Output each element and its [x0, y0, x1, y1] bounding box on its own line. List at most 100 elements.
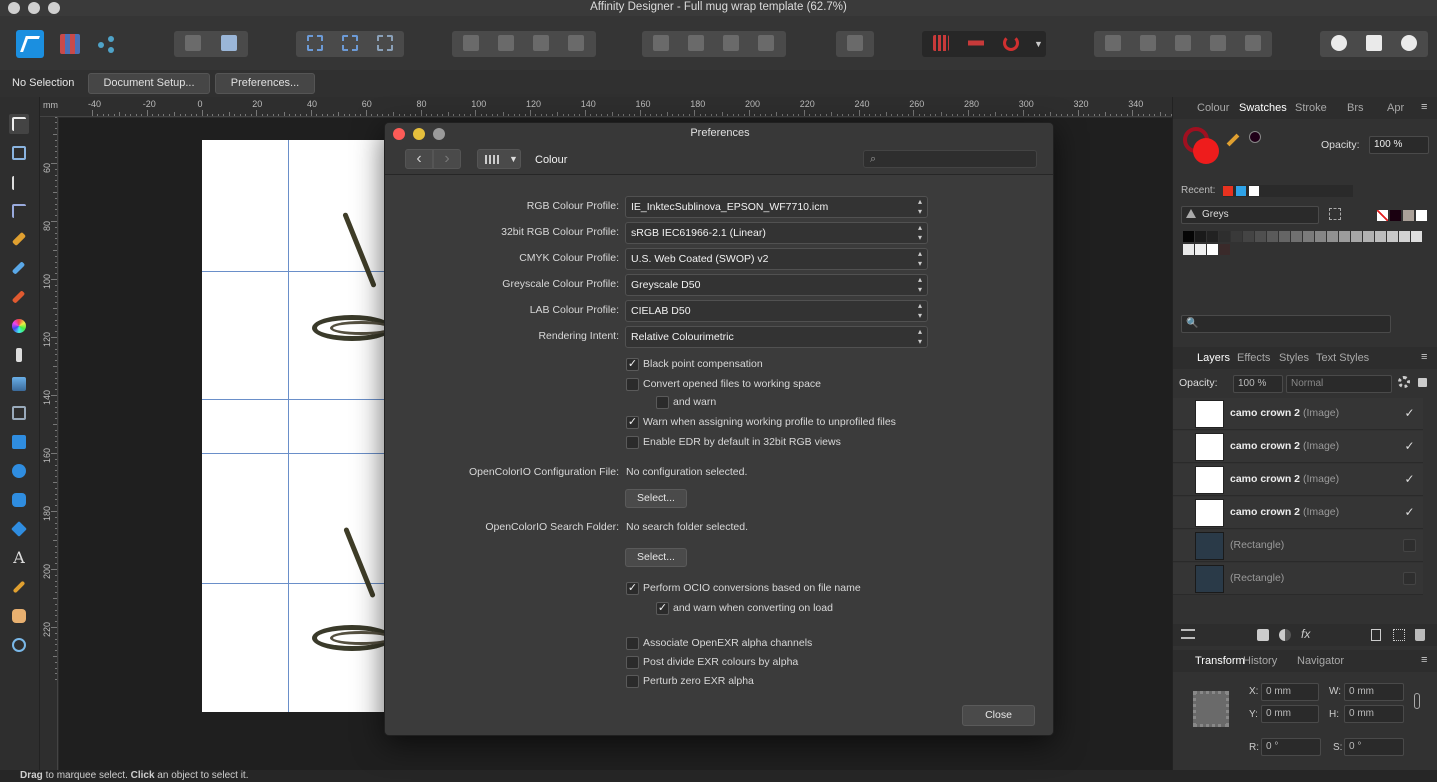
grey-swatch[interactable] [1243, 231, 1254, 242]
delete-layer-icon[interactable] [1415, 629, 1425, 641]
artboard-page[interactable] [202, 140, 392, 712]
add-layer-icon[interactable] [1371, 629, 1381, 641]
tab-layers[interactable]: Layers [1197, 352, 1230, 364]
greys-swatch-grid[interactable] [1183, 231, 1423, 261]
grey-swatch[interactable] [1279, 231, 1290, 242]
profile-select[interactable]: Relative Colourimetric ▴ ▾ [625, 326, 928, 348]
layer-stack-icon[interactable] [1181, 629, 1195, 639]
close-button[interactable]: Close [962, 705, 1035, 726]
grey-swatch[interactable] [1363, 231, 1374, 242]
pen-tool-icon[interactable] [9, 229, 29, 249]
profile-select[interactable]: sRGB IEC61966-2.1 (Linear) ▴ ▾ [625, 222, 928, 244]
forward-one-icon[interactable] [533, 35, 549, 51]
xor-icon[interactable] [1210, 35, 1226, 51]
snapping-magnet-icon[interactable] [1003, 35, 1019, 51]
preferences-search[interactable]: ⌕ [863, 150, 1037, 168]
shape-tool-icon[interactable] [9, 519, 29, 539]
grey-swatch[interactable] [1327, 231, 1338, 242]
layer-visibility-checkbox[interactable]: ✓ [1403, 407, 1416, 420]
profile-select[interactable]: Greyscale D50 ▴ ▾ [625, 274, 928, 296]
mask-icon[interactable] [1257, 629, 1269, 641]
checkbox[interactable] [626, 436, 639, 449]
tab-effects[interactable]: Effects [1237, 352, 1270, 364]
profile-select[interactable]: IE_InktecSublinova_EPSON_WF7710.icm ▴ ▾ [625, 196, 928, 218]
rounded-rectangle-tool-icon[interactable] [9, 490, 29, 510]
link-aspect-icon[interactable] [1414, 693, 1420, 709]
export-persona-icon[interactable] [96, 34, 116, 54]
panel-menu-icon[interactable]: ≡ [1421, 101, 1427, 113]
ocio-folder-select-button[interactable]: Select... [625, 548, 687, 567]
palette-select[interactable]: Greys [1181, 206, 1319, 224]
layer-row[interactable]: (Rectangle) [1173, 563, 1423, 595]
h-field[interactable]: 0 mm [1344, 705, 1404, 723]
grey-swatch[interactable] [1219, 244, 1230, 255]
text-tool-icon[interactable]: A [9, 548, 29, 568]
layer-settings-icon[interactable] [1398, 376, 1410, 388]
vector-brush-tool-icon[interactable] [9, 287, 29, 307]
designer-persona-icon[interactable] [16, 30, 44, 58]
zoom-tool-icon[interactable] [9, 635, 29, 655]
place-image-tool-icon[interactable] [9, 374, 29, 394]
tab-stroke[interactable]: Stroke [1295, 102, 1327, 114]
grey-swatch[interactable] [1411, 231, 1422, 242]
insert-inside-icon[interactable] [1401, 35, 1417, 51]
tab-text-styles[interactable]: Text Styles [1316, 352, 1369, 364]
tab-brushes[interactable]: Brs [1347, 102, 1364, 114]
grey-swatch[interactable] [1315, 231, 1326, 242]
tab-history[interactable]: History [1243, 655, 1277, 667]
fill-tool-icon[interactable] [9, 316, 29, 336]
recent-swatch[interactable] [1236, 186, 1246, 196]
pixel-persona-icon[interactable] [60, 34, 80, 54]
checkbox[interactable] [626, 378, 639, 391]
x-field[interactable]: 0 mm [1261, 683, 1319, 701]
current-color-swatch[interactable] [1249, 131, 1261, 143]
add-icon[interactable] [1105, 35, 1121, 51]
snapping-dropdown-icon[interactable]: ▼ [1034, 39, 1043, 49]
horizontal-ruler[interactable]: mm -40 -20 0 20 40 60 80 100 120 140 160 180 200 220 2… [40, 97, 1172, 117]
panel-menu-icon[interactable]: ≡ [1421, 654, 1427, 666]
document-icon[interactable] [185, 35, 201, 51]
grey-swatch[interactable] [1255, 231, 1266, 242]
tab-transform[interactable]: Transform [1195, 655, 1245, 667]
rectangle-tool-icon[interactable] [9, 432, 29, 452]
checkbox[interactable]: ✓ [626, 582, 639, 595]
tab-swatches[interactable]: Swatches [1239, 102, 1287, 114]
anchor-selector-icon[interactable] [1193, 691, 1229, 727]
adjustment-icon[interactable] [1279, 629, 1291, 641]
checkbox[interactable] [626, 656, 639, 669]
layer-visibility-checkbox[interactable]: ✓ [1403, 473, 1416, 486]
artboard-tool-icon[interactable] [9, 143, 29, 163]
opacity-field[interactable]: 100 % [1369, 136, 1429, 154]
grey-swatch[interactable] [1351, 231, 1362, 242]
grey-swatch[interactable] [1207, 231, 1218, 242]
color-picker-tool-icon[interactable] [9, 577, 29, 597]
checkbox[interactable]: ✓ [626, 416, 639, 429]
checkbox[interactable] [656, 396, 669, 409]
grey-swatch[interactable] [1183, 231, 1194, 242]
stroke-fill-well[interactable] [1183, 127, 1219, 164]
transform-mode-icon[interactable] [307, 35, 323, 51]
subtract-icon[interactable] [1140, 35, 1156, 51]
vertical-ruler[interactable]: 406080100120140160180200220 [40, 117, 58, 770]
transform-origin-icon[interactable] [342, 35, 358, 51]
grey-swatch[interactable] [1183, 244, 1194, 255]
recent-swatch[interactable] [1223, 186, 1233, 196]
transparency-tool-icon[interactable] [9, 345, 29, 365]
to-front-icon[interactable] [568, 35, 584, 51]
document-setup-button[interactable]: Document Setup... [88, 73, 210, 94]
none-swatch[interactable] [1377, 210, 1388, 221]
flip-horizontal-icon[interactable] [653, 35, 669, 51]
profile-select[interactable]: CIELAB D50 ▴ ▾ [625, 300, 928, 322]
align-icon[interactable] [847, 35, 863, 51]
w-field[interactable]: 0 mm [1344, 683, 1404, 701]
grey-swatch[interactable] [1195, 231, 1206, 242]
lock-icon[interactable] [1418, 378, 1427, 387]
grey-swatch[interactable] [1303, 231, 1314, 242]
corner-tool-icon[interactable] [9, 201, 29, 221]
profile-select[interactable]: U.S. Web Coated (SWOP) v2 ▴ ▾ [625, 248, 928, 270]
y-field[interactable]: 0 mm [1261, 705, 1319, 723]
panel-menu-icon[interactable]: ≡ [1421, 351, 1427, 363]
checkbox[interactable] [626, 675, 639, 688]
checkbox[interactable]: ✓ [626, 358, 639, 371]
layer-visibility-checkbox[interactable]: ✓ [1403, 506, 1416, 519]
